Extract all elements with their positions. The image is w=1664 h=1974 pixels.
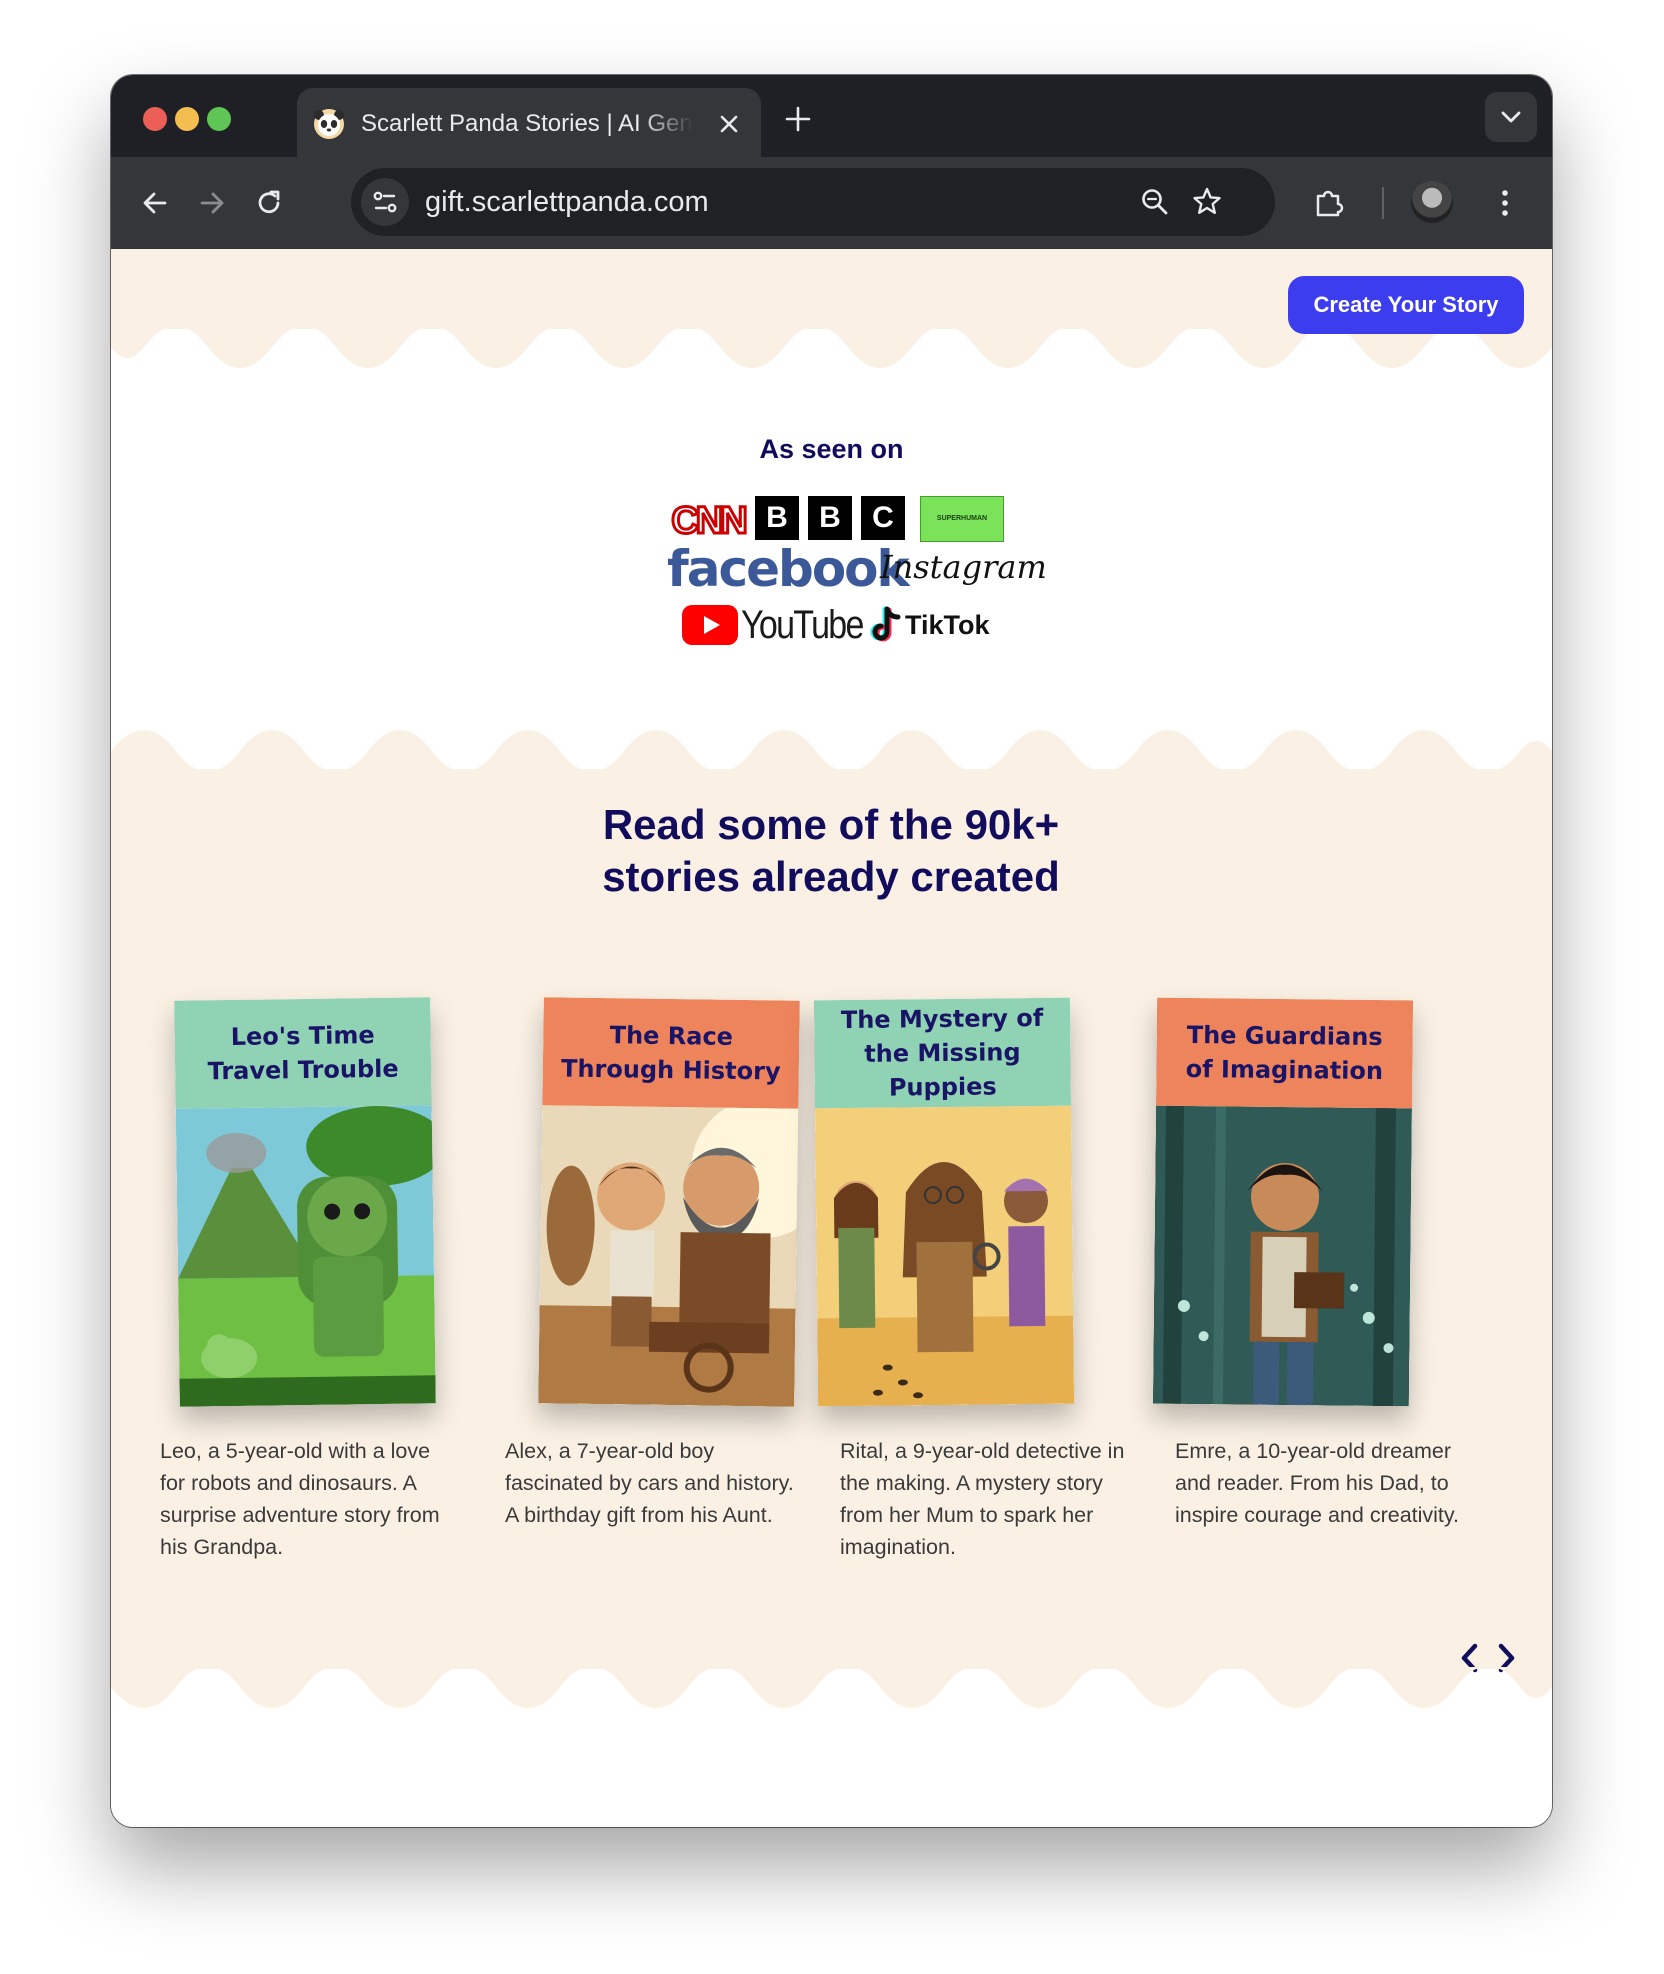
close-tab-icon[interactable] (713, 108, 745, 140)
minimize-window-button[interactable] (175, 107, 199, 131)
as-seen-on-heading: As seen on (759, 434, 904, 464)
site-info-button[interactable] (361, 178, 409, 226)
youtube-play-icon (682, 605, 738, 645)
story-card[interactable]: The Mystery of the Missing Puppies (813, 997, 1075, 1407)
superhuman-logo: SUPERHUMAN (920, 496, 1004, 542)
tiktok-logo: TikTok (905, 610, 990, 640)
story-title: The Mystery of the Missing Puppies (840, 1003, 1044, 1102)
forward-icon[interactable] (192, 183, 232, 223)
stories-heading: Read some of the 90k+ stories already cr… (602, 801, 1060, 900)
youtube-logo: YouTube (741, 603, 864, 647)
story-cover-art (815, 1105, 1075, 1407)
extensions-icon[interactable] (1309, 183, 1349, 223)
panda-favicon-icon (314, 109, 344, 139)
facebook-logo: facebook (667, 540, 910, 598)
story-cover-art (538, 1105, 799, 1407)
stories-bottom-wave (111, 1667, 1552, 1708)
tune-icon (373, 191, 397, 213)
profile-avatar[interactable] (1411, 181, 1453, 223)
create-your-story-button[interactable]: Create Your Story (1288, 276, 1524, 334)
address-bar[interactable]: gift.scarlettpanda.com (351, 168, 1275, 236)
story-description: Leo, a 5-year-old with a love for robots… (160, 1439, 440, 1559)
story-card[interactable]: The Race Through History (538, 997, 800, 1407)
back-icon[interactable] (135, 183, 175, 223)
tab-bar: Scarlett Panda Stories | AI Generated (111, 75, 1552, 157)
maximize-window-button[interactable] (207, 107, 231, 131)
story-description: Emre, a 10-year-old dreamer and reader. … (1175, 1439, 1460, 1527)
chevron-down-icon (1501, 111, 1521, 123)
bbc-logo: B B C (755, 496, 905, 540)
story-cover-art (1152, 1105, 1412, 1407)
new-tab-icon[interactable] (781, 102, 815, 136)
story-description: Alex, a 7-year-old boy fascinated by car… (505, 1439, 794, 1527)
reload-icon[interactable] (249, 183, 289, 223)
instagram-logo: Instagram (880, 548, 1047, 586)
zoom-icon[interactable] (1137, 184, 1173, 220)
stories-top-wave (111, 730, 1552, 771)
story-title: The Guardians of Imagination (1185, 1020, 1384, 1086)
active-tab[interactable]: Scarlett Panda Stories | AI Generated (297, 88, 761, 157)
browser-toolbar: gift.scarlettpanda.com (111, 157, 1552, 249)
story-card[interactable]: Leo's Time Travel Trouble (174, 997, 436, 1407)
page-content: Create Your Story As seen on CNN B B C S… (111, 249, 1552, 1827)
story-title: The Race Through History (560, 1021, 781, 1086)
header-wave (111, 327, 1552, 368)
url-text: gift.scarlettpanda.com (425, 186, 709, 218)
story-description: Rital, a 9-year-old detective in the mak… (840, 1439, 1125, 1559)
more-menu-icon[interactable] (1485, 183, 1525, 223)
tab-search-button[interactable] (1485, 92, 1537, 142)
story-title: Leo's Time Travel Trouble (207, 1021, 399, 1086)
close-window-button[interactable] (143, 107, 167, 131)
bookmark-star-icon[interactable] (1189, 184, 1225, 220)
svg-text:CNN: CNN (671, 500, 745, 541)
story-cover-art (175, 1105, 436, 1407)
cnn-logo: CNN (670, 499, 750, 542)
browser-window: Scarlett Panda Stories | AI Generated (111, 75, 1552, 1827)
tiktok-note-icon (870, 606, 901, 642)
story-card[interactable]: The Guardians of Imagination (1152, 997, 1414, 1407)
